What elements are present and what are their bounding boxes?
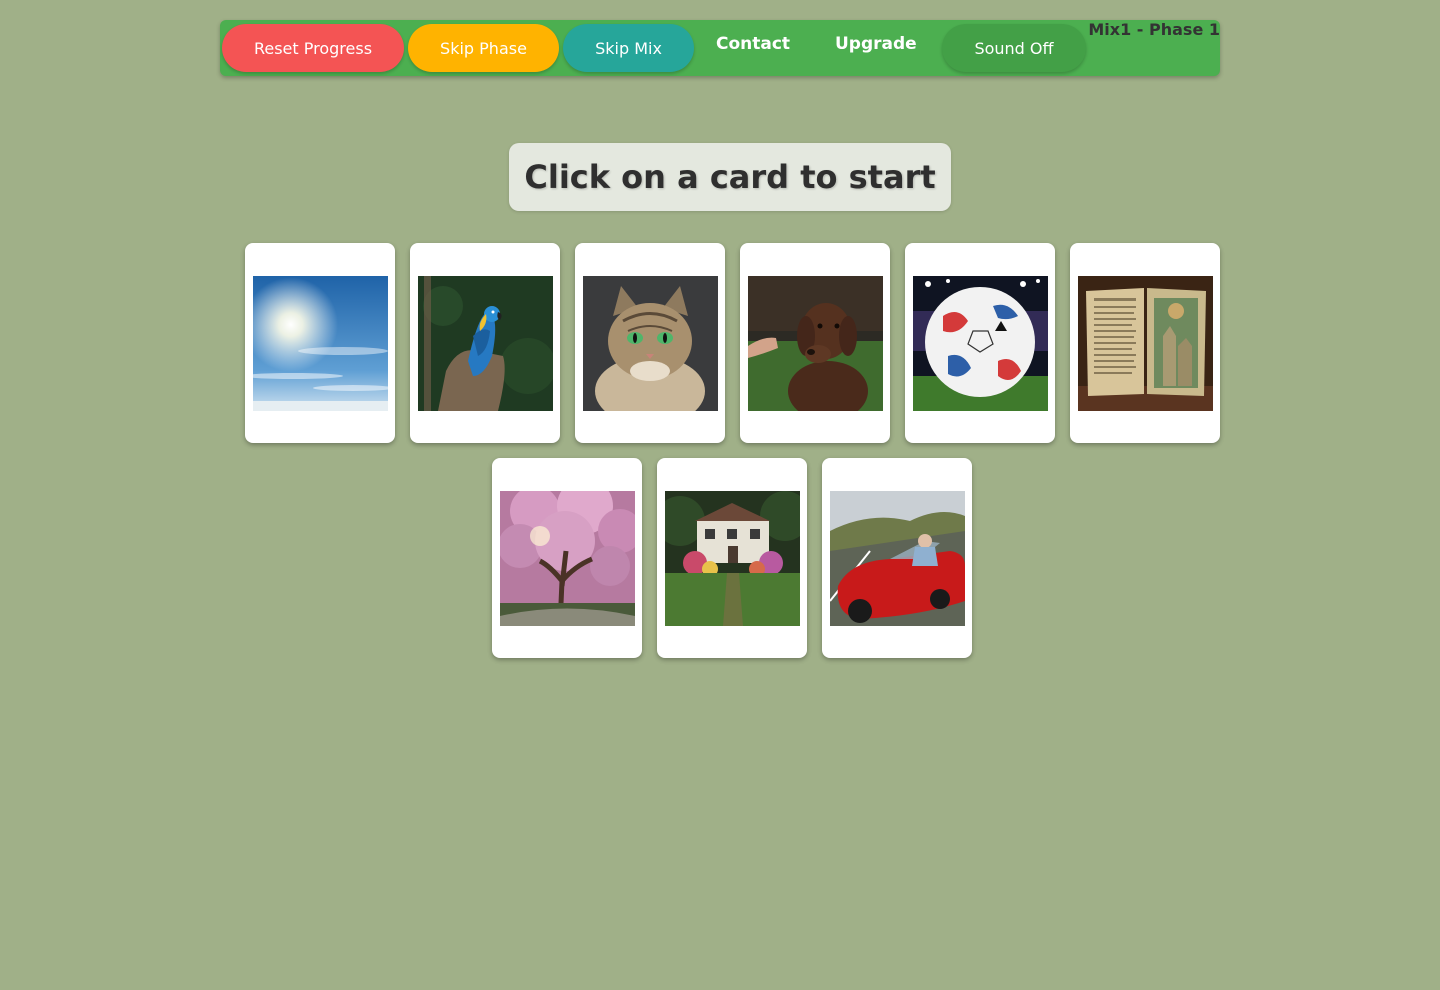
sound-toggle-button[interactable]: Sound Off	[942, 24, 1086, 72]
soccer-ball-image	[913, 276, 1048, 411]
card-chocolate-labrador[interactable]	[740, 243, 890, 443]
card-sunny-sky[interactable]	[245, 243, 395, 443]
card-country-cottage[interactable]	[657, 458, 807, 658]
card-cherry-blossom-tree[interactable]	[492, 458, 642, 658]
country-cottage-image	[665, 491, 800, 626]
card-soccer-ball[interactable]	[905, 243, 1055, 443]
macaw-parrot-image	[418, 276, 553, 411]
sunny-sky-image	[253, 276, 388, 411]
top-toolbar: Reset Progress Skip Phase Skip Mix Conta…	[220, 20, 1220, 76]
upgrade-link[interactable]: Upgrade	[835, 34, 917, 54]
open-storybook-image	[1078, 276, 1213, 411]
start-prompt: Click on a card to start	[509, 143, 951, 211]
chocolate-labrador-image	[748, 276, 883, 411]
skip-mix-button[interactable]: Skip Mix	[563, 24, 694, 72]
cherry-blossom-tree-image	[500, 491, 635, 626]
tabby-cat-image	[583, 276, 718, 411]
card-tabby-cat[interactable]	[575, 243, 725, 443]
card-macaw-parrot[interactable]	[410, 243, 560, 443]
red-convertible-car-image	[830, 491, 965, 626]
contact-link[interactable]: Contact	[716, 34, 790, 54]
skip-phase-button[interactable]: Skip Phase	[408, 24, 559, 72]
card-open-storybook[interactable]	[1070, 243, 1220, 443]
card-red-convertible-car[interactable]	[822, 458, 972, 658]
reset-progress-button[interactable]: Reset Progress	[222, 24, 404, 72]
phase-indicator: Mix1 - Phase 1	[1088, 20, 1220, 39]
